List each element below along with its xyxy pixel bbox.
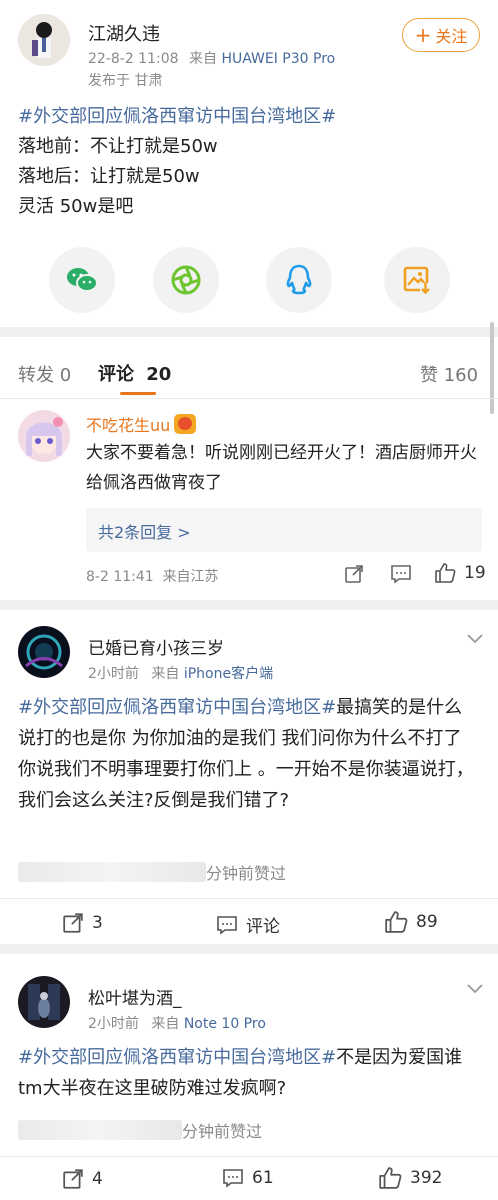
comment-button[interactable]: 61	[222, 1168, 274, 1188]
wechat-icon	[67, 268, 98, 292]
chevron-down-icon	[467, 984, 483, 994]
share-icon	[63, 913, 83, 933]
post-line: 落地前：不让打就是50w	[18, 136, 218, 157]
action-bar-line	[0, 898, 498, 899]
follow-button[interactable]: + 关注	[402, 18, 480, 52]
thumbs-up-icon	[385, 911, 408, 933]
like-count: 19	[464, 563, 486, 583]
comment-icon	[217, 915, 237, 935]
like-button[interactable]: 392	[378, 1166, 442, 1190]
comment-hashtag[interactable]: #外交部回应佩洛西窜访中国台湾地区#	[18, 1047, 336, 1068]
share-icon	[345, 565, 363, 583]
comment-text: #外交部回应佩洛西窜访中国台湾地区#最搞笑的是什么 说打的也是你 为你加油的是我…	[18, 692, 484, 816]
save-image-button[interactable]	[384, 247, 450, 313]
post-device[interactable]: HUAWEI P30 Pro	[221, 51, 335, 67]
post-location: 发布于 甘肃	[88, 73, 163, 89]
post-time: 22-8-2 11:08	[88, 51, 179, 67]
tab-comments-label: 评论	[98, 364, 134, 385]
share-wechat-button[interactable]	[49, 247, 115, 313]
comment-text: 大家不要着急！听说刚刚已经开火了！酒店厨师开火给佩洛西做宵夜了	[86, 443, 477, 493]
post-line: 落地后：让打就是50w	[18, 166, 200, 187]
comment-meta: 8-2 11:41 来自江苏	[86, 569, 219, 585]
post-meta: 22-8-2 11:08 来自 HUAWEI P30 Pro	[88, 48, 335, 68]
section-divider	[0, 600, 498, 610]
comment-text: #外交部回应佩洛西窜访中国台湾地区#不是因为爱国谁tm大半夜在这里破防难过发疯啊…	[18, 1042, 484, 1104]
repost-count: 4	[92, 1169, 103, 1189]
save-image-icon	[403, 266, 431, 295]
author-avatar[interactable]	[18, 14, 70, 66]
comment-label: 评论	[246, 917, 280, 937]
liked-by-row: 分钟前赞过	[18, 1118, 262, 1142]
thumbs-up-icon	[379, 1167, 402, 1189]
comment-time: 2小时前	[88, 666, 139, 682]
post-body: #外交部回应佩洛西窜访中国台湾地区# 落地前：不让打就是50w 落地后：让打就是…	[18, 102, 488, 222]
tab-comments[interactable]: 评论 20	[98, 360, 171, 386]
comment-from-label: 来自	[151, 666, 180, 682]
commenter-name[interactable]: 不吃花生uu	[86, 412, 197, 436]
like-count: 89	[416, 912, 438, 932]
tab-comments-count: 20	[146, 364, 172, 385]
post-from-label: 来自	[188, 51, 217, 67]
plus-icon: +	[414, 23, 432, 47]
like-count: 392	[410, 1168, 443, 1188]
comment-meta: 2小时前 来自 iPhone客户端	[88, 663, 273, 683]
comment-hashtag[interactable]: #外交部回应佩洛西窜访中国台湾地区#	[18, 697, 336, 718]
commenter-avatar[interactable]	[18, 626, 70, 678]
fan-badge-icon	[174, 414, 197, 434]
tab-repost[interactable]: 转发 0	[18, 361, 71, 387]
section-divider	[0, 327, 498, 337]
comment-from-label: 来自	[151, 1016, 180, 1032]
liked-by-row: 分钟前赞过	[18, 860, 286, 884]
comment-count: 61	[252, 1168, 274, 1188]
commenter-avatar[interactable]	[18, 410, 70, 462]
like-button[interactable]: 89	[384, 910, 438, 934]
comment-meta: 2小时前 来自 Note 10 Pro	[88, 1013, 266, 1033]
comment-menu-button[interactable]	[466, 630, 484, 649]
comment-icon	[391, 565, 411, 584]
liked-by-text: 分钟前赞过	[182, 1122, 263, 1141]
blurred-names	[18, 862, 206, 882]
comment-like-button[interactable]: 19	[434, 562, 486, 584]
blurred-names	[18, 1120, 182, 1140]
comment-reply-button[interactable]	[390, 564, 412, 588]
comment-button[interactable]: 评论	[216, 912, 280, 937]
action-bar-line	[0, 1156, 498, 1157]
repost-button[interactable]: 4	[62, 1168, 103, 1190]
repost-button[interactable]: 3	[62, 912, 103, 934]
thumbs-up-icon	[435, 563, 456, 583]
author-name[interactable]: 江湖久违	[88, 20, 160, 46]
share-qq-button[interactable]	[266, 247, 332, 313]
commenter-name-text: 不吃花生uu	[86, 416, 171, 435]
liked-by-text: 分钟前赞过	[206, 864, 287, 883]
scrollbar[interactable]	[490, 322, 494, 414]
comment-device[interactable]: iPhone客户端	[184, 666, 273, 682]
commenter-name[interactable]: 松叶堪为酒_	[88, 984, 182, 1009]
chevron-down-icon	[467, 634, 483, 644]
post-hashtag[interactable]: #外交部回应佩洛西窜访中国台湾地区#	[18, 102, 488, 132]
tab-likes[interactable]: 赞 160	[420, 361, 478, 387]
commenter-avatar[interactable]	[18, 976, 70, 1028]
repost-count: 3	[92, 913, 103, 933]
moments-icon	[171, 265, 201, 295]
replies-box[interactable]: 共2条回复 >	[86, 508, 482, 552]
view-replies-link[interactable]: 共2条回复 >	[98, 519, 191, 543]
comment-device[interactable]: Note 10 Pro	[184, 1016, 266, 1032]
follow-label: 关注	[435, 27, 468, 46]
section-divider	[0, 944, 498, 954]
share-icon	[63, 1169, 83, 1189]
qq-icon	[286, 264, 312, 295]
comment-menu-button[interactable]	[466, 980, 484, 999]
post-line: 灵活 50w是吧	[18, 196, 134, 217]
commenter-name[interactable]: 已婚已育小孩三岁	[88, 634, 224, 659]
comment-share-button[interactable]	[344, 564, 364, 588]
tabs-bottom-line	[0, 398, 498, 399]
comment-icon	[223, 1169, 243, 1188]
comment-time: 2小时前	[88, 1016, 139, 1032]
tab-comments-underline	[120, 392, 156, 395]
share-moments-button[interactable]	[153, 247, 219, 313]
